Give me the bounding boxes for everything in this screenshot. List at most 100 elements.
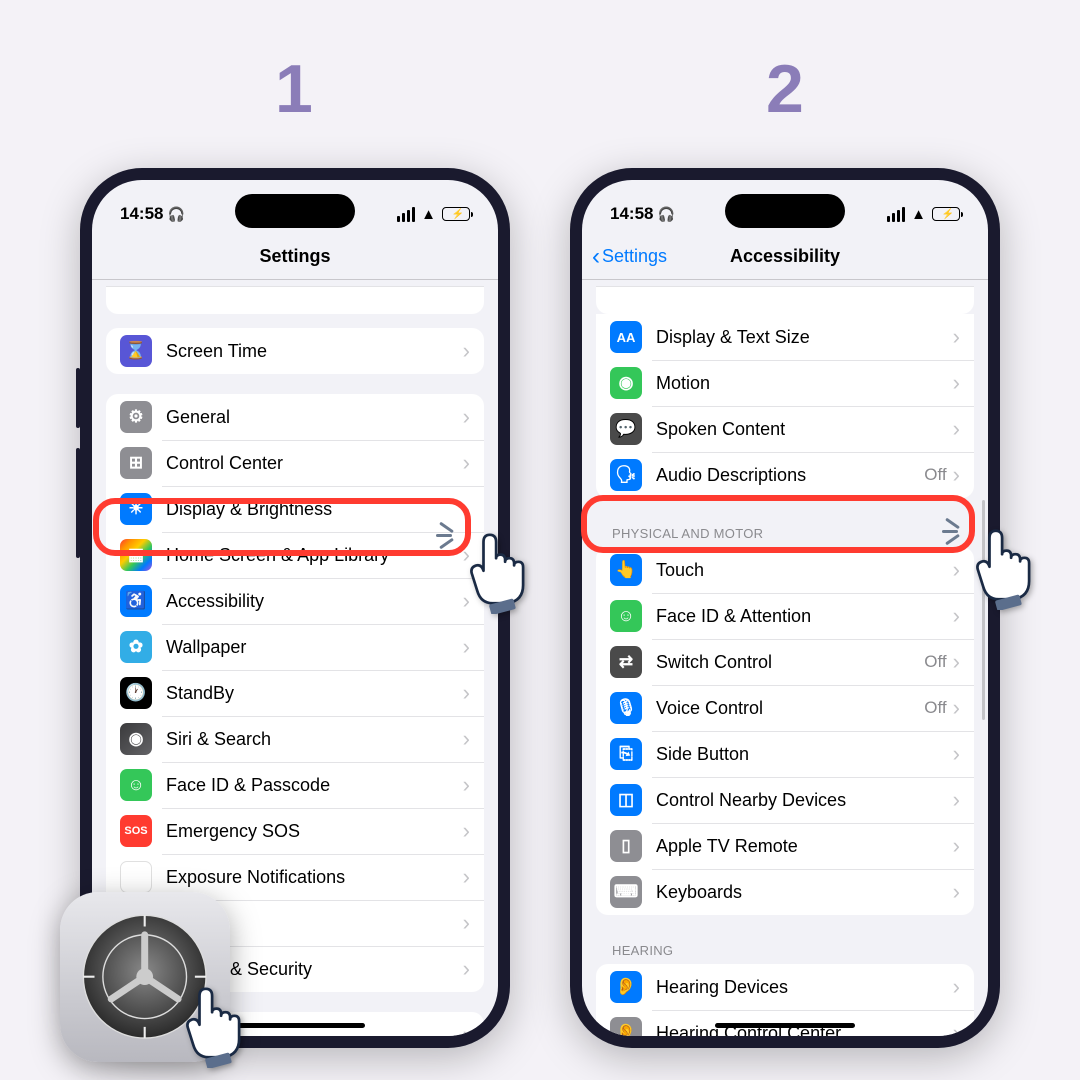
chevron-right-icon: › [953,741,960,767]
chevron-right-icon: › [953,1020,960,1036]
row-touch[interactable]: 👆 Touch › [596,547,974,593]
row-home-screen[interactable]: ▦ Home Screen & App Library › [106,532,484,578]
label: Accessibility [166,591,463,612]
row-wallpaper[interactable]: ✿ Wallpaper › [106,624,484,670]
virus-icon: ✺ [120,861,152,893]
row-display-text-size[interactable]: AA Display & Text Size › [596,314,974,360]
chevron-right-icon: › [463,338,470,364]
nav-bar: ‹ Settings Accessibility [582,234,988,280]
row-display-brightness[interactable]: ☀ Display & Brightness › [106,486,484,532]
grid-icon: ▦ [120,539,152,571]
label: Control Center [166,453,463,474]
back-button[interactable]: ‹ Settings [592,245,667,269]
wifi-icon: ▲︎ [421,206,436,223]
chevron-right-icon: › [463,726,470,752]
chevron-right-icon: › [953,462,960,488]
accessibility-list: AA Display & Text Size › ◉ Motion › 💬 Sp… [582,280,988,1036]
touch-icon: 👆 [610,554,642,586]
dynamic-island [725,194,845,228]
face-id-icon: ☺ [120,769,152,801]
click-effect-lines [946,506,996,556]
label: Keyboards [656,882,953,903]
cellular-icon [887,207,905,222]
row-siri-search[interactable]: ◉ Siri & Search › [106,716,484,762]
list-row-partial[interactable] [106,286,484,314]
row-face-id-attention[interactable]: ☺ Face ID & Attention › [596,593,974,639]
label: StandBy [166,683,463,704]
label: Siri & Search [166,729,463,750]
headphones-icon: 🎧 [167,206,184,223]
row-spoken-content[interactable]: 💬 Spoken Content › [596,406,974,452]
back-label: Settings [602,246,667,267]
label: General [166,407,463,428]
label: Display & Text Size [656,327,953,348]
row-emergency-sos[interactable]: SOS Emergency SOS › [106,808,484,854]
row-screen-time[interactable]: ⌛ Screen Time › [106,328,484,374]
chevron-right-icon: › [953,603,960,629]
chevron-right-icon: › [463,450,470,476]
step-1-label: 1 [275,50,313,128]
home-indicator[interactable] [225,1023,365,1028]
chevron-right-icon: › [463,680,470,706]
row-apple-tv-remote[interactable]: ▯ Apple TV Remote › [596,823,974,869]
row-control-center[interactable]: ⊞ Control Center › [106,440,484,486]
row-motion[interactable]: ◉ Motion › [596,360,974,406]
nearby-icon: ◫ [610,784,642,816]
row-accessibility[interactable]: ♿ Accessibility › [106,578,484,624]
label: Apple TV Remote [656,836,953,857]
row-hearing-devices[interactable]: 👂 Hearing Devices › [596,964,974,1010]
battery-icon: ⚡ [932,207,960,221]
status-time: 14:58 [120,204,163,224]
row-switch-control[interactable]: ⇄ Switch Control Off › [596,639,974,685]
value: Off [924,465,946,485]
row-voice-control[interactable]: 🎙 Voice Control Off › [596,685,974,731]
chevron-right-icon: › [463,404,470,430]
label: Motion [656,373,953,394]
home-indicator[interactable] [715,1023,855,1028]
chevron-right-icon: › [463,956,470,982]
label: Exposure Notifications [166,867,463,888]
chevron-right-icon: › [953,833,960,859]
chevron-right-icon: › [953,974,960,1000]
status-time: 14:58 [610,204,653,224]
chevron-right-icon: › [463,1022,470,1036]
row-general[interactable]: ⚙ General › [106,394,484,440]
chevron-right-icon: › [463,772,470,798]
switch-icon: ⇄ [610,646,642,678]
toggles-icon: ⊞ [120,447,152,479]
chevron-right-icon: › [463,818,470,844]
chevron-right-icon: › [953,649,960,675]
remote-icon: ▯ [610,830,642,862]
row-control-nearby[interactable]: ◫ Control Nearby Devices › [596,777,974,823]
ear-cc-icon: 👂 [610,1017,642,1036]
phone-frame-2: 14:58 🎧 ▲︎ ⚡ ‹ Settings Accessibility AA… [570,168,1000,1048]
battery-icon: ⚡ [442,207,470,221]
label: Side Button [656,744,953,765]
cellular-icon [397,207,415,222]
dynamic-island [235,194,355,228]
settings-app-icon[interactable] [60,892,230,1062]
chevron-right-icon: › [463,634,470,660]
label: Face ID & Passcode [166,775,463,796]
row-face-id[interactable]: ☺ Face ID & Passcode › [106,762,484,808]
label: Switch Control [656,652,924,673]
label: Control Nearby Devices [656,790,953,811]
sos-icon: SOS [120,815,152,847]
accessibility-icon: ♿ [120,585,152,617]
row-standby[interactable]: 🕐 StandBy › [106,670,484,716]
audio-desc-icon: 🗣 [610,459,642,491]
motion-icon: ◉ [610,367,642,399]
value: Off [924,652,946,672]
list-row-partial[interactable] [596,286,974,314]
keyboard-icon: ⌨ [610,876,642,908]
label: Hearing Devices [656,977,953,998]
chevron-right-icon: › [953,787,960,813]
row-audio-descriptions[interactable]: 🗣 Audio Descriptions Off › [596,452,974,498]
label: Screen Time [166,341,463,362]
row-keyboards[interactable]: ⌨ Keyboards › [596,869,974,915]
row-side-button[interactable]: ⎘ Side Button › [596,731,974,777]
hourglass-icon: ⌛ [120,335,152,367]
side-button-icon: ⎘ [610,738,642,770]
chevron-right-icon: › [953,879,960,905]
label: Wallpaper [166,637,463,658]
